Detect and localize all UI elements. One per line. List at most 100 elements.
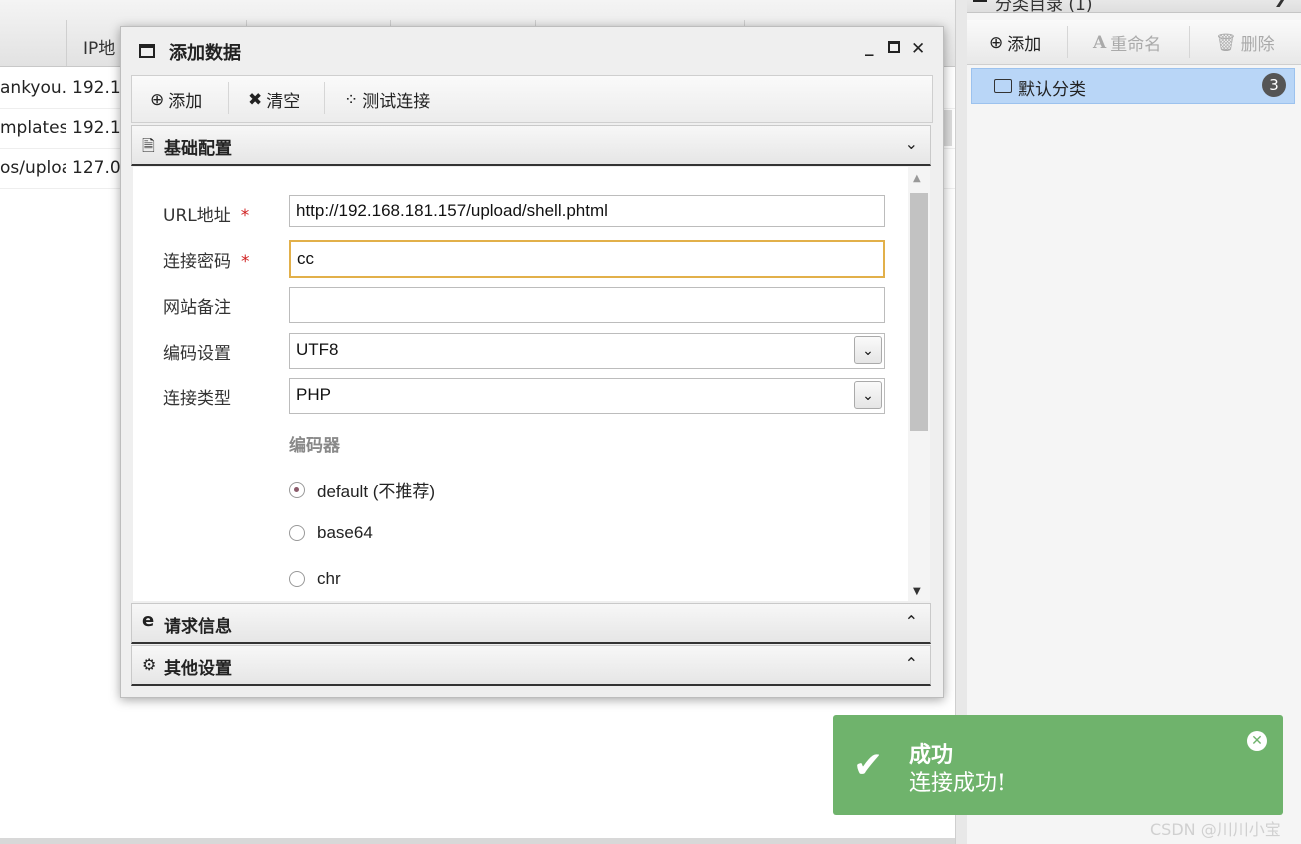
row-ip: 192.1 <box>72 78 121 98</box>
clear-button[interactable]: ✖ 清空 <box>248 87 301 113</box>
clear-button-label: 清空 <box>266 92 301 112</box>
window-icon <box>139 44 155 58</box>
chevron-up-icon: ⌃ <box>904 612 918 631</box>
section-request-label: 请求信息 <box>164 617 232 637</box>
add-button-label: 添加 <box>168 92 203 112</box>
add-button[interactable]: ⊕ 添加 <box>150 87 203 113</box>
form-scrollbar[interactable]: ▲ ▼ <box>908 167 930 601</box>
toolbar-separator <box>1189 26 1190 58</box>
category-add-label: 添加 <box>1007 35 1042 55</box>
spinner-icon: ⁘ <box>344 89 359 110</box>
url-label-row: URL地址 * <box>163 201 249 226</box>
watermark: CSDN @川川小宝 <box>1150 820 1281 839</box>
dialog-toolbar: ⊕ 添加 ✖ 清空 ⁘ 测试连接 <box>131 75 933 123</box>
folder-list-icon <box>973 0 987 2</box>
section-other-label: 其他设置 <box>164 659 232 679</box>
scroll-up-icon[interactable]: ▲ <box>913 173 921 184</box>
test-connection-label: 测试连接 <box>362 92 431 112</box>
required-mark: * <box>240 206 250 226</box>
scrollbar-thumb[interactable] <box>910 193 928 431</box>
dialog-title: 添加数据 <box>169 43 241 64</box>
toolbar-separator <box>324 82 325 114</box>
test-connection-button[interactable]: ⁘ 测试连接 <box>344 87 431 113</box>
column-header-ip[interactable]: IP地 <box>66 20 121 66</box>
toolbar-separator <box>228 82 229 114</box>
category-item-default[interactable]: 默认分类 3 <box>971 68 1295 104</box>
type-label-row: 连接类型 <box>163 384 231 409</box>
plus-circle-icon: ⊕ <box>150 89 165 110</box>
row-ip: 192.1 <box>72 118 121 138</box>
encoder-option-label: default (不推荐) <box>317 482 436 501</box>
row-url: ankyou. <box>0 78 66 98</box>
type-select[interactable]: PHP ⌄ <box>289 378 885 414</box>
success-toast: ✔ 成功 连接成功! ✕ <box>833 715 1283 815</box>
dialog-titlebar[interactable]: 添加数据 _ ✕ <box>121 27 943 73</box>
category-delete-label: 删除 <box>1240 35 1275 55</box>
minimize-icon[interactable]: _ <box>865 37 874 57</box>
chevron-down-icon[interactable]: ⌄ <box>854 336 882 364</box>
row-url: os/uploa <box>0 158 66 178</box>
encoding-select-value: UTF8 <box>296 340 339 359</box>
password-label: 连接密码 <box>163 252 231 272</box>
chevron-right-icon[interactable]: ❯ <box>1274 0 1287 7</box>
encoder-option-default[interactable]: default (不推荐) <box>289 477 435 502</box>
encoder-option-base64[interactable]: base64 <box>289 523 373 543</box>
add-data-dialog: 添加数据 _ ✕ ⊕ 添加 ✖ 清空 ⁘ 测试连接 🗎 基础配置 ⌄ URL地址… <box>120 26 944 698</box>
chevron-up-icon: ⌃ <box>904 654 918 673</box>
radio-icon[interactable] <box>289 571 305 587</box>
category-item-label: 默认分类 <box>1018 80 1086 100</box>
basic-config-form: URL地址 * 连接密码 * 网站备注 编码设置 UTF8 ⌄ 连接类型 PHP ⌄… <box>133 167 908 601</box>
chevron-down-icon[interactable]: ⌄ <box>854 381 882 409</box>
category-panel-title: 分类目录 (1) <box>995 0 1093 15</box>
note-input[interactable] <box>289 287 885 323</box>
check-icon: ✔ <box>853 745 884 786</box>
category-add-button[interactable]: ⊕ 添加 <box>989 30 1042 56</box>
category-toolbar: ⊕ 添加 A 重命名 🗑 删除 <box>967 20 1301 65</box>
section-other-settings[interactable]: ⚙ 其他设置 ⌃ <box>131 645 931 686</box>
radio-icon[interactable] <box>289 525 305 541</box>
section-request-info[interactable]: e 请求信息 ⌃ <box>131 603 931 644</box>
radio-checked-icon[interactable] <box>289 481 305 498</box>
folder-icon <box>994 79 1012 93</box>
encoder-option-label: base64 <box>317 523 373 542</box>
toast-message: 连接成功! <box>909 771 1006 796</box>
category-panel-header: 分类目录 (1) ❯ <box>967 0 1301 15</box>
required-mark: * <box>241 252 250 272</box>
category-delete-button[interactable]: 🗑 删除 <box>1215 30 1275 56</box>
category-rename-button[interactable]: A 重命名 <box>1093 30 1162 56</box>
url-label: URL地址 <box>163 206 231 226</box>
ie-icon: e <box>142 610 155 631</box>
x-icon: ✖ <box>248 89 263 110</box>
toolbar-separator <box>1067 26 1068 58</box>
trash-icon: 🗑 <box>1215 32 1237 53</box>
url-input[interactable] <box>289 195 885 227</box>
encoding-label: 编码设置 <box>163 344 231 364</box>
row-ip: 127.0 <box>72 158 121 178</box>
gears-icon: ⚙ <box>142 655 157 674</box>
column-header-ip-label: IP地 <box>83 39 116 59</box>
chevron-down-icon: ⌄ <box>904 134 918 153</box>
scroll-down-icon[interactable]: ▼ <box>913 586 921 597</box>
note-label-row: 网站备注 <box>163 293 231 318</box>
close-icon[interactable]: ✕ <box>1247 731 1267 751</box>
section-basic-config[interactable]: 🗎 基础配置 ⌄ <box>131 125 931 166</box>
type-select-value: PHP <box>296 385 331 404</box>
type-label: 连接类型 <box>163 389 231 409</box>
plus-circle-icon: ⊕ <box>989 32 1004 53</box>
password-label-row: 连接密码 * <box>163 247 250 272</box>
maximize-icon[interactable] <box>888 41 900 53</box>
section-basic-label: 基础配置 <box>164 139 232 159</box>
encoding-select[interactable]: UTF8 ⌄ <box>289 333 885 369</box>
list-bottom-bar <box>0 838 955 844</box>
category-rename-label: 重命名 <box>1110 35 1162 55</box>
encoder-title: 编码器 <box>289 436 340 456</box>
password-input[interactable] <box>289 240 885 278</box>
encoding-label-row: 编码设置 <box>163 339 231 364</box>
encoder-option-chr[interactable]: chr <box>289 569 341 589</box>
font-a-icon: A <box>1093 32 1107 53</box>
row-url: mplates <box>0 118 66 138</box>
encoder-option-label: chr <box>317 569 341 588</box>
close-icon[interactable]: ✕ <box>911 39 925 59</box>
document-icon: 🗎 <box>142 136 155 155</box>
count-badge: 3 <box>1262 73 1286 97</box>
